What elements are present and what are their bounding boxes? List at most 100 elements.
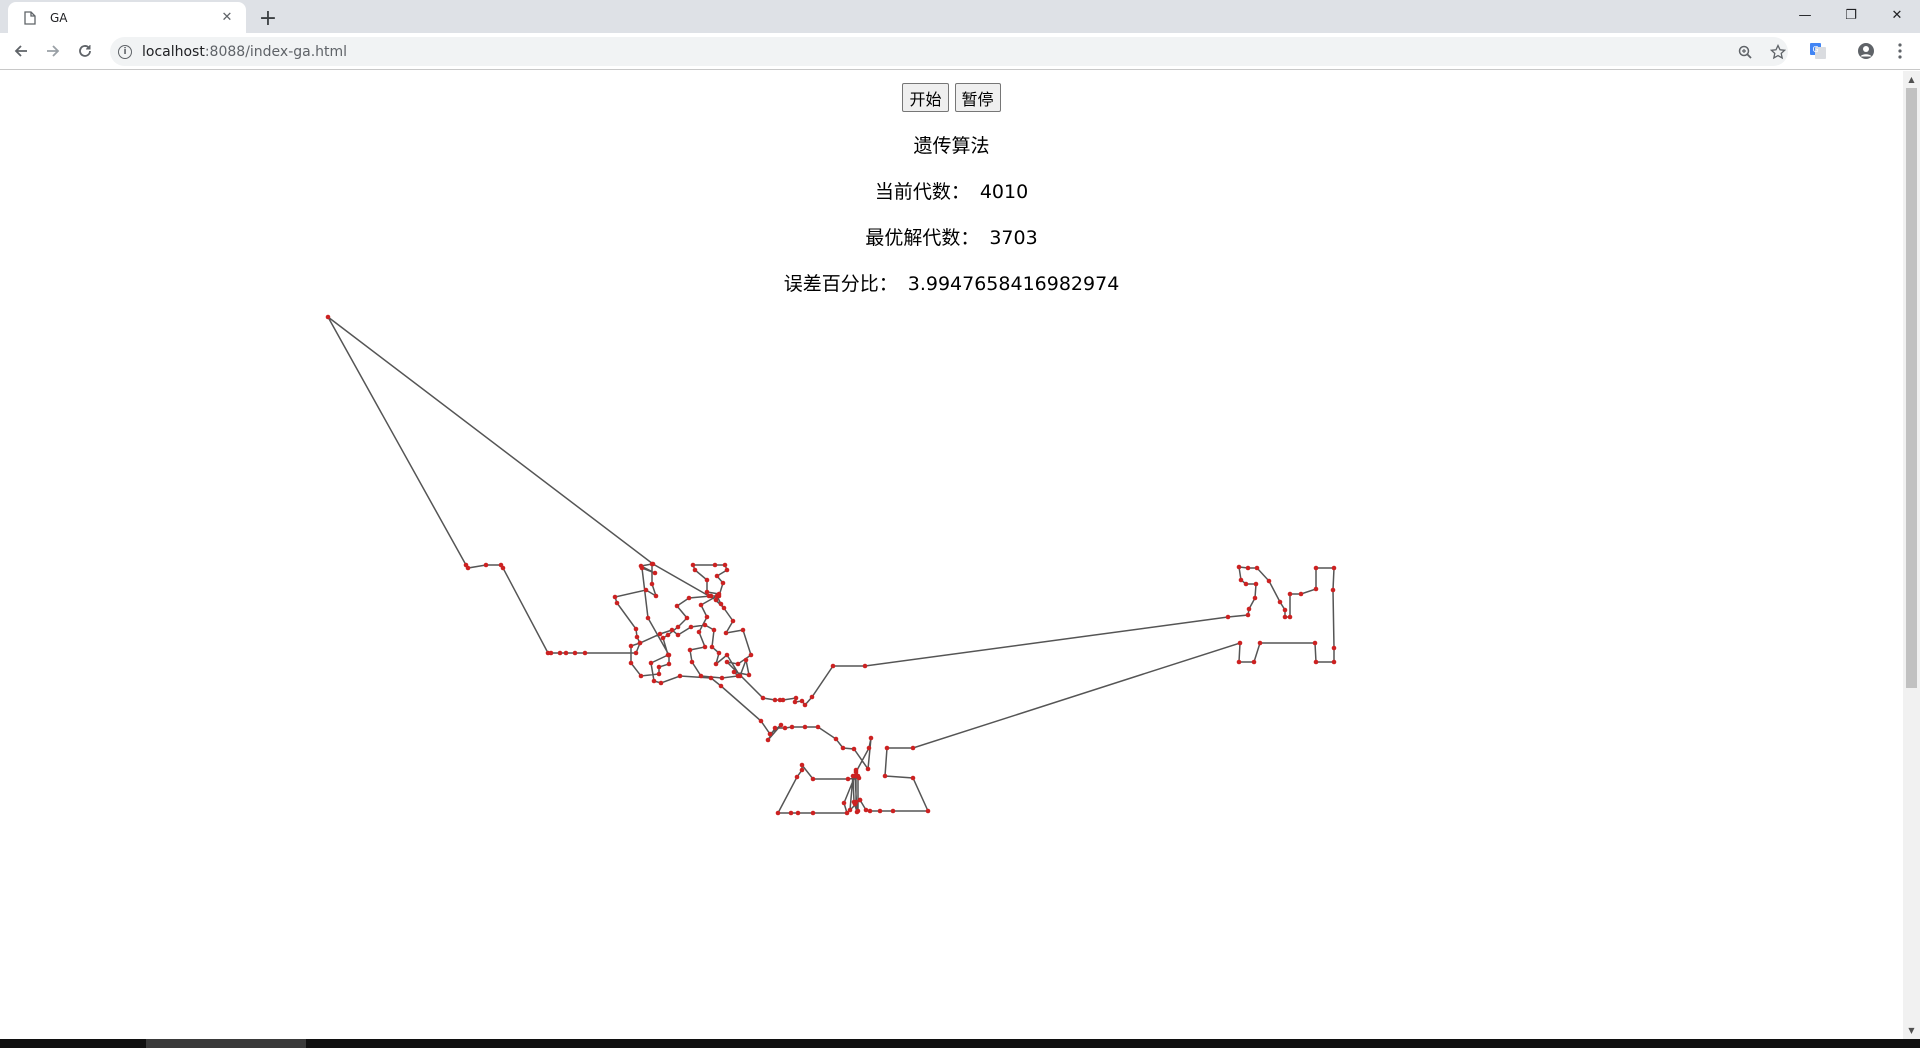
city-point (666, 661, 672, 667)
page-title: 遗传算法 (913, 135, 990, 157)
city-point (841, 800, 847, 806)
minimize-button[interactable]: — (1782, 0, 1828, 30)
city-point (653, 593, 659, 599)
city-point (1330, 587, 1336, 593)
scroll-down-arrow-icon[interactable]: ▼ (1903, 1022, 1920, 1039)
city-point (1245, 612, 1251, 618)
tab-close-icon[interactable]: ✕ (218, 9, 236, 27)
city-point (1313, 586, 1319, 592)
page-icon (22, 10, 38, 26)
city-point (857, 797, 863, 803)
svg-text:G: G (1813, 45, 1819, 54)
city-point (772, 725, 778, 731)
vertical-scrollbar[interactable]: ▲ ▼ (1903, 71, 1920, 1039)
city-point (325, 314, 331, 320)
city-point (799, 767, 805, 773)
new-tab-button[interactable]: + (254, 4, 282, 32)
city-point (656, 664, 662, 670)
city-point (688, 624, 694, 630)
city-point (1331, 645, 1337, 651)
forward-button[interactable] (39, 37, 67, 65)
tour-path (327, 316, 1335, 814)
city-point (660, 635, 666, 641)
city-point (698, 602, 704, 608)
city-point (1331, 565, 1337, 571)
taskbar-item[interactable] (146, 1039, 306, 1048)
city-point (867, 808, 873, 814)
city-point (720, 580, 726, 586)
city-point (656, 671, 662, 677)
zoom-icon[interactable] (1735, 42, 1755, 62)
profile-avatar-icon[interactable] (1852, 37, 1880, 65)
city-point (877, 808, 883, 814)
bookmark-star-icon[interactable] (1768, 42, 1788, 62)
city-point (723, 630, 729, 636)
city-point (1277, 599, 1283, 605)
city-point (1253, 581, 1259, 587)
city-point (1238, 577, 1244, 583)
city-point (557, 650, 563, 656)
site-info-icon[interactable]: i (118, 44, 132, 59)
city-point (689, 659, 695, 665)
best-generation: 最优解代数： 3703 (0, 223, 1903, 250)
restore-button[interactable]: ❐ (1828, 0, 1874, 30)
city-point (702, 622, 708, 628)
city-point (500, 565, 506, 571)
city-point (1254, 565, 1260, 571)
browser-tab[interactable]: GA ✕ (8, 2, 246, 33)
city-point (675, 632, 681, 638)
city-point (709, 644, 715, 650)
city-point (708, 675, 714, 681)
start-button[interactable]: 开始 (902, 83, 949, 112)
pause-button[interactable]: 暂停 (954, 83, 1001, 112)
city-point (686, 595, 692, 601)
city-point (634, 634, 640, 640)
city-point (649, 581, 655, 587)
city-point (665, 652, 671, 658)
city-point (724, 567, 730, 573)
city-point (704, 589, 710, 595)
city-point (696, 629, 702, 635)
city-point (743, 657, 749, 663)
city-point (612, 594, 618, 600)
city-point (794, 774, 800, 780)
menu-kebab-icon[interactable] (1886, 37, 1914, 65)
city-point (1251, 659, 1257, 665)
city-point (775, 810, 781, 816)
city-point (684, 615, 690, 621)
city-point (851, 799, 857, 805)
city-point (704, 577, 710, 583)
city-point (706, 593, 712, 599)
city-point (851, 746, 857, 752)
error-percentage: 误差百分比： 3.9947658416982974 (0, 269, 1903, 296)
browser-toolbar: i localhost:8088/index-ga.html G (0, 33, 1920, 70)
reload-icon (79, 45, 91, 57)
city-point (890, 808, 896, 814)
close-window-button[interactable]: ✕ (1874, 0, 1920, 30)
city-point (628, 643, 634, 649)
city-point (633, 650, 639, 656)
city-point (925, 808, 931, 814)
forward-arrow-icon (47, 45, 60, 57)
city-point (1236, 659, 1242, 665)
city-point (778, 722, 784, 728)
city-point (853, 769, 859, 775)
city-point (833, 736, 839, 742)
city-point (856, 775, 862, 781)
city-point (716, 650, 722, 656)
scrollbar-thumb[interactable] (1906, 88, 1917, 688)
city-point (884, 745, 890, 751)
reload-button[interactable] (71, 37, 99, 65)
address-bar[interactable]: i localhost:8088/index-ga.html (110, 37, 1788, 66)
city-point (465, 565, 471, 571)
scroll-up-arrow-icon[interactable]: ▲ (1903, 71, 1920, 88)
city-point (658, 680, 664, 686)
city-point (1245, 565, 1251, 571)
back-button[interactable] (7, 37, 35, 65)
city-point (866, 745, 872, 751)
city-point (810, 810, 816, 816)
city-point (799, 698, 805, 704)
translate-icon[interactable]: G (1804, 37, 1832, 65)
city-point (735, 673, 741, 679)
url-path: :8088/index-ga.html (204, 43, 348, 60)
